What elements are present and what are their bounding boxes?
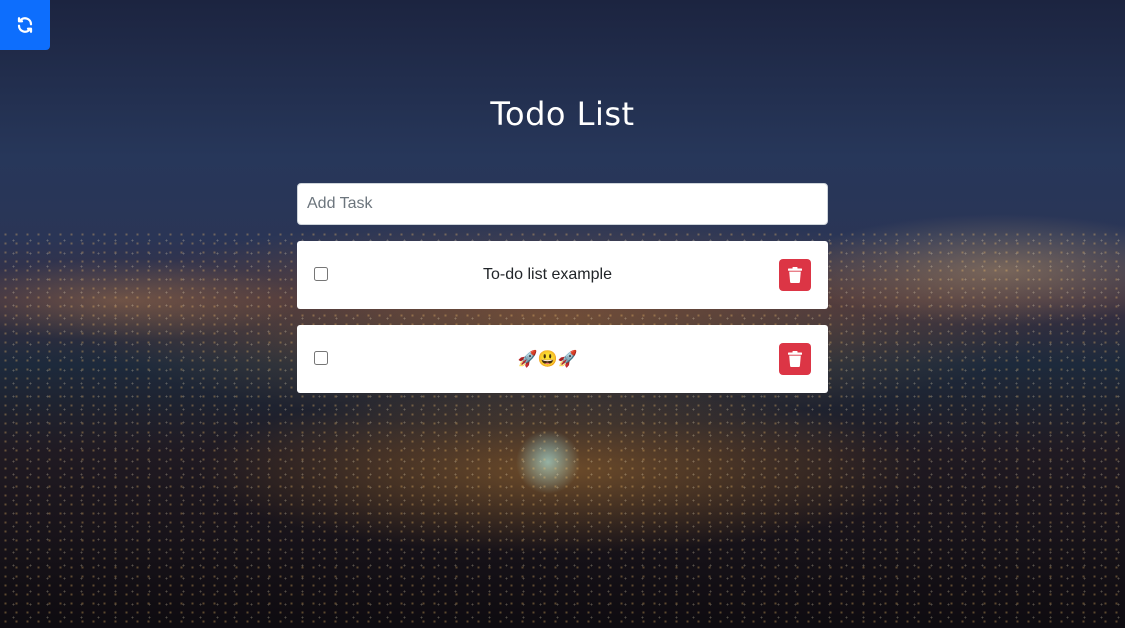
- task-checkbox[interactable]: [314, 267, 328, 281]
- trash-icon: [788, 351, 802, 367]
- delete-task-button[interactable]: [779, 343, 811, 375]
- task-checkbox[interactable]: [314, 351, 328, 365]
- trash-icon: [788, 267, 802, 283]
- refresh-icon: [16, 16, 34, 34]
- delete-task-button[interactable]: [779, 259, 811, 291]
- task-item: To-do list example: [297, 241, 828, 309]
- task-item: 🚀😃🚀: [297, 325, 828, 393]
- refresh-button[interactable]: [0, 0, 50, 50]
- task-text: To-do list example: [483, 266, 612, 283]
- add-task-input[interactable]: [297, 183, 828, 225]
- page-title: Todo List: [490, 95, 635, 133]
- task-text: 🚀😃🚀: [517, 351, 578, 368]
